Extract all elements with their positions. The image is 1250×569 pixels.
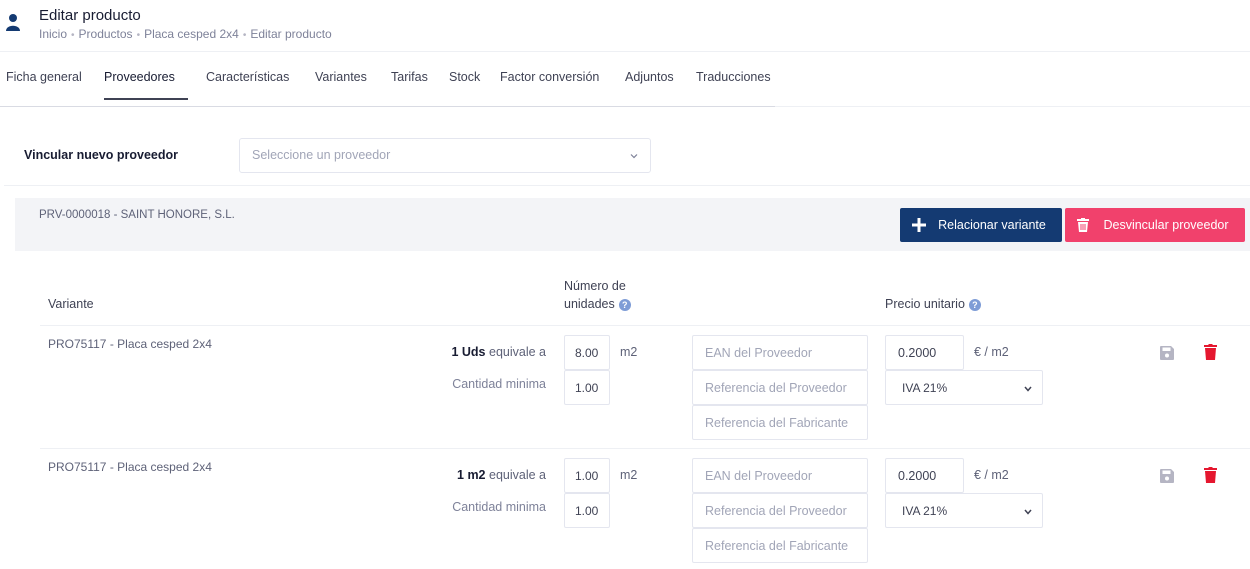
breadcrumb-item-productos[interactable]: Productos — [79, 27, 133, 41]
tab-tarifas[interactable]: Tarifas — [391, 70, 428, 84]
manufacturer-ref-input[interactable] — [692, 528, 868, 563]
price-unit: € / m2 — [974, 345, 1009, 359]
trash-icon — [1077, 218, 1089, 232]
min-quantity-label: Cantidad minima — [452, 500, 546, 514]
provider-header: PRV-0000018 - SAINT HONORE, S.L. Relacio… — [15, 198, 1250, 251]
tab-caracteristicas[interactable]: Características — [206, 70, 289, 84]
trash-icon[interactable] — [1204, 467, 1217, 483]
equivalence-label: equivale a — [489, 345, 546, 359]
equivalence-text: 1 Uds equivale a — [451, 345, 546, 359]
column-header-units-line1: Número de — [564, 279, 626, 293]
variant-name: PRO75117 - Placa cesped 2x4 — [48, 460, 212, 474]
price-unit: € / m2 — [974, 468, 1009, 482]
ean-input[interactable] — [692, 335, 868, 370]
manufacturer-ref-input[interactable] — [692, 405, 868, 440]
column-header-variant: Variante — [48, 297, 94, 311]
tax-select-value: IVA 21% — [902, 381, 948, 395]
tab-variantes[interactable]: Variantes — [315, 70, 367, 84]
active-tab-indicator — [104, 98, 188, 100]
page-header: Editar producto Inicio • Productos • Placa c… — [0, 0, 1250, 52]
chevron-down-icon — [1024, 386, 1032, 392]
row-divider — [40, 325, 1250, 326]
tab-bar: Ficha general Proveedores Característica… — [0, 52, 1250, 107]
breadcrumb-item-current: Editar producto — [250, 27, 332, 41]
tax-select[interactable]: IVA 21% — [885, 370, 1043, 405]
equivalence-qty: 1 Uds — [451, 345, 486, 359]
equivalence-label: equivale a — [489, 468, 546, 482]
min-quantity-input[interactable] — [564, 493, 610, 528]
tax-select-value: IVA 21% — [902, 504, 948, 518]
variant-name: PRO75117 - Placa cesped 2x4 — [48, 337, 212, 351]
chevron-down-icon — [630, 154, 638, 159]
unit-label: m2 — [620, 468, 638, 482]
help-icon[interactable]: ? — [968, 298, 981, 311]
help-icon[interactable]: ? — [618, 298, 631, 311]
breadcrumb-item-product[interactable]: Placa cesped 2x4 — [144, 27, 239, 41]
tab-adjuntos[interactable]: Adjuntos — [625, 70, 674, 84]
tab-proveedores[interactable]: Proveedores — [104, 70, 175, 84]
unlink-provider-button[interactable]: Desvincular proveedor — [1065, 208, 1245, 242]
column-header-price-label: Precio unitario — [885, 297, 965, 311]
price-input[interactable] — [885, 458, 964, 493]
relate-variant-button[interactable]: Relacionar variante — [900, 208, 1062, 242]
tab-ficha-general[interactable]: Ficha general — [6, 70, 82, 84]
row-divider — [40, 448, 1250, 449]
tab-stock[interactable]: Stock — [449, 70, 480, 84]
link-provider-row: Vincular nuevo proveedor Seleccione un p… — [4, 107, 1250, 186]
unlink-provider-label: Desvincular proveedor — [1103, 218, 1229, 232]
breadcrumb-item-inicio[interactable]: Inicio — [39, 27, 67, 41]
unit-label: m2 — [620, 345, 638, 359]
provider-select-placeholder: Seleccione un proveedor — [252, 148, 391, 162]
chevron-down-icon — [1024, 509, 1032, 515]
tab-factor-conversion[interactable]: Factor conversión — [500, 70, 599, 84]
link-provider-label: Vincular nuevo proveedor — [24, 148, 178, 162]
trash-icon[interactable] — [1204, 344, 1217, 360]
provider-select[interactable]: Seleccione un proveedor — [239, 138, 651, 173]
plus-icon — [912, 218, 926, 232]
relate-variant-label: Relacionar variante — [938, 218, 1046, 232]
ean-input[interactable] — [692, 458, 868, 493]
column-header-units: unidades? — [564, 297, 631, 311]
price-input[interactable] — [885, 335, 964, 370]
provider-name: PRV-0000018 - SAINT HONORE, S.L. — [39, 209, 235, 221]
supplier-ref-input[interactable] — [692, 370, 868, 405]
column-header-price: Precio unitario? — [885, 297, 981, 311]
min-quantity-input[interactable] — [564, 370, 610, 405]
equivalence-text: 1 m2 equivale a — [457, 468, 546, 482]
breadcrumb: Inicio • Productos • Placa cesped 2x4 • Editar… — [39, 27, 332, 41]
min-quantity-label: Cantidad minima — [452, 377, 546, 391]
units-input[interactable] — [564, 458, 610, 493]
user-icon — [6, 14, 20, 31]
tab-traducciones[interactable]: Traducciones — [696, 70, 771, 84]
units-input[interactable] — [564, 335, 610, 370]
column-header-units-line2: unidades — [564, 297, 615, 311]
save-icon[interactable] — [1160, 469, 1174, 483]
tax-select[interactable]: IVA 21% — [885, 493, 1043, 528]
equivalence-qty: 1 m2 — [457, 468, 486, 482]
supplier-ref-input[interactable] — [692, 493, 868, 528]
page-title: Editar producto — [39, 7, 141, 24]
save-icon[interactable] — [1160, 346, 1174, 360]
